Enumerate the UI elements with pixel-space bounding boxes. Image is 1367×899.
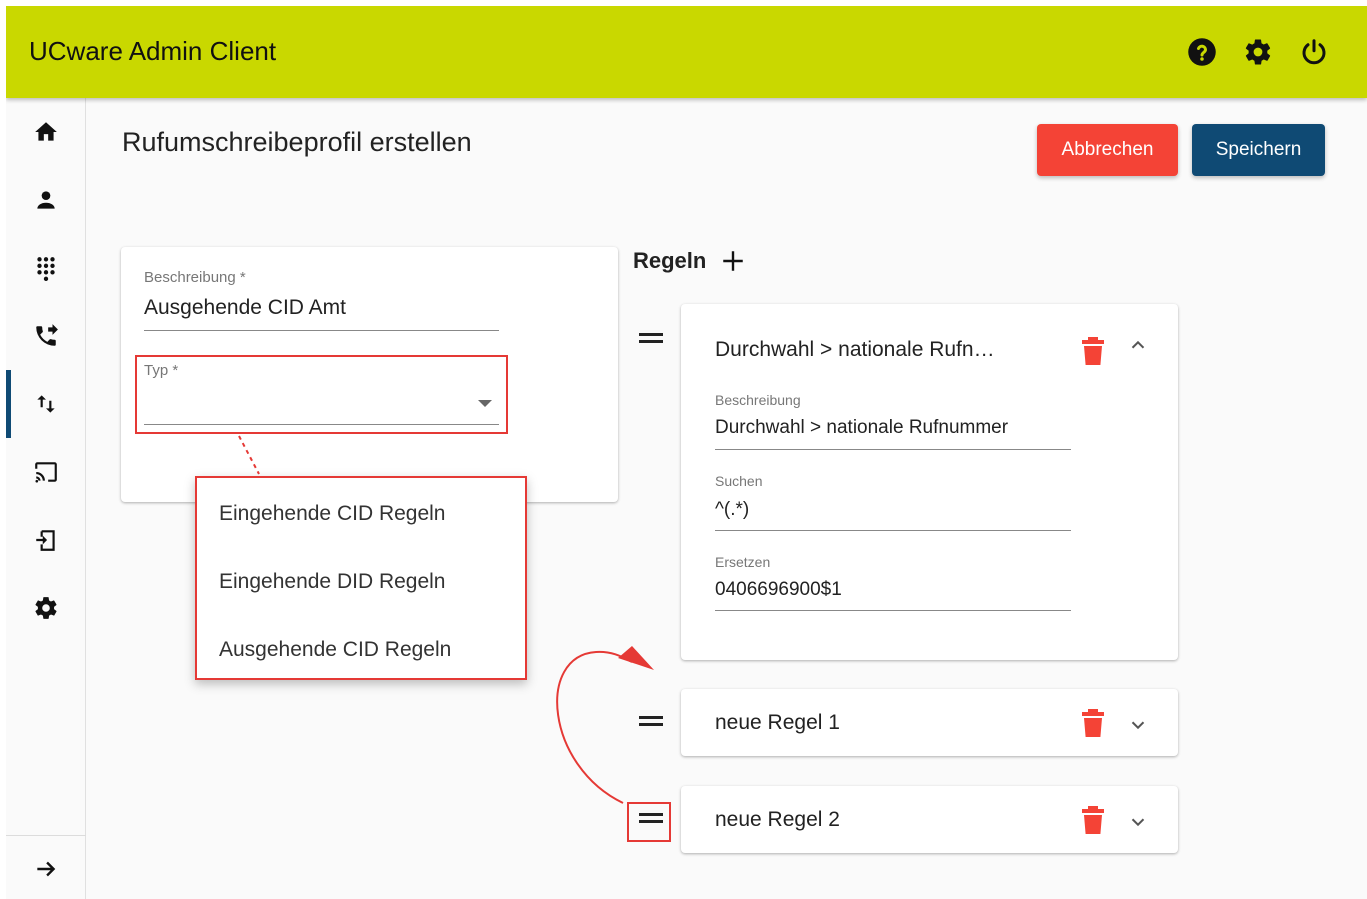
save-button[interactable]: Speichern (1192, 124, 1325, 176)
typ-label: Typ * (144, 362, 179, 379)
sidebar-item-settings[interactable] (6, 574, 86, 642)
sidebar (6, 98, 86, 899)
chevron-up-icon[interactable] (1127, 334, 1149, 356)
rule-title[interactable]: Durchwahl > nationale Rufn… (715, 338, 995, 362)
typ-option[interactable]: Eingehende DID Regeln (219, 570, 446, 594)
sidebar-divider (6, 835, 86, 836)
trash-icon[interactable] (1081, 708, 1105, 738)
beschreibung-underline (144, 330, 499, 331)
rule-title[interactable]: neue Regel 1 (715, 711, 840, 735)
rule-suchen-input[interactable]: ^(.*) (715, 499, 749, 521)
sidebar-item-dialpad[interactable] (6, 234, 86, 302)
rule-ersetzen-input[interactable]: 0406696900$1 (715, 579, 842, 601)
power-icon[interactable] (1299, 37, 1329, 67)
sidebar-item-users[interactable] (6, 166, 86, 234)
rule-beschreibung-input[interactable]: Durchwahl > nationale Rufnummer (715, 417, 1008, 439)
rule-ersetzen-label: Ersetzen (715, 554, 771, 570)
swap-vert-icon (37, 395, 55, 413)
cast-icon (35, 462, 57, 483)
header-actions (1187, 37, 1329, 67)
user-icon (37, 191, 55, 209)
drag-handle-icon[interactable] (639, 716, 663, 726)
rule-ersetzen-underline (715, 610, 1071, 611)
typ-select[interactable] (144, 392, 484, 418)
move-arrow-head (618, 646, 654, 670)
beschreibung-input[interactable]: Ausgehende CID Amt (144, 296, 346, 320)
sidebar-item-home[interactable] (6, 98, 86, 166)
sidebar-item-cast[interactable] (6, 438, 86, 506)
sidebar-toggle-button[interactable] (6, 844, 86, 894)
typ-dropdown-menu: Eingehende CID Regeln Eingehende DID Reg… (195, 476, 527, 680)
typ-option[interactable]: Ausgehende CID Regeln (219, 638, 451, 662)
rule-card: neue Regel 2 (681, 786, 1178, 853)
beschreibung-label: Beschreibung * (144, 269, 246, 286)
dropdown-arrow-icon[interactable] (478, 400, 492, 407)
sidebar-item-phone-login[interactable] (6, 506, 86, 574)
move-arrow-curve (556, 650, 633, 804)
phone-forward-icon (36, 324, 58, 346)
chevron-down-icon[interactable] (1127, 811, 1149, 833)
trash-icon[interactable] (1081, 805, 1105, 835)
cancel-button[interactable]: Abbrechen (1037, 124, 1178, 176)
app-header: UCware Admin Client (6, 6, 1367, 98)
rule-title[interactable]: neue Regel 2 (715, 808, 840, 832)
home-icon (35, 122, 57, 141)
settings-icon[interactable] (1243, 37, 1273, 67)
rule-beschreibung-label: Beschreibung (715, 392, 801, 408)
page-title: Rufumschreibeprofil erstellen (122, 127, 472, 157)
app-frame: UCware Admin Client Rufumschreibeprofil … (6, 6, 1367, 899)
rule-suchen-underline (715, 530, 1071, 531)
phone-login-icon (36, 530, 55, 551)
rule-card: Durchwahl > nationale Rufn… Beschreibung… (681, 304, 1178, 660)
add-rule-icon[interactable] (720, 248, 746, 274)
sidebar-item-rewrite[interactable] (6, 370, 86, 438)
dialpad-icon (37, 257, 55, 281)
trash-icon[interactable] (1081, 336, 1105, 366)
arrow-right-icon (37, 861, 56, 877)
drag-handle-icon[interactable] (639, 333, 663, 343)
rules-title: Regeln (633, 248, 707, 273)
rule-beschreibung-underline (715, 449, 1071, 450)
help-icon[interactable] (1187, 37, 1217, 67)
rule-card: neue Regel 1 (681, 689, 1178, 756)
sidebar-item-forwarding[interactable] (6, 302, 86, 370)
app-title: UCware Admin Client (29, 36, 277, 66)
typ-underline (144, 424, 499, 425)
typ-option[interactable]: Eingehende CID Regeln (219, 502, 446, 526)
rule-suchen-label: Suchen (715, 473, 763, 489)
chevron-down-icon[interactable] (1127, 714, 1149, 736)
drag-handle-icon[interactable] (639, 813, 663, 823)
gear-icon (35, 597, 57, 619)
